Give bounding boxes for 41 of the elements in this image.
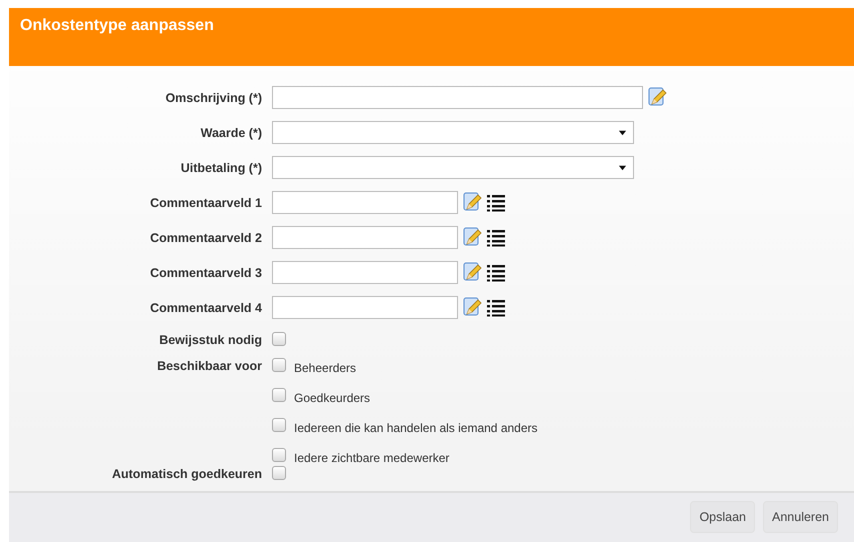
- list-icon[interactable]: [486, 227, 506, 248]
- checkbox[interactable]: [272, 466, 286, 480]
- field-label: Waarde (*): [200, 124, 263, 140]
- checkbox-label: Iedere zichtbare medewerker: [294, 450, 450, 465]
- checkbox[interactable]: [272, 448, 286, 462]
- checkbox-label: Beheerders: [294, 360, 356, 375]
- edit-icon[interactable]: [462, 227, 482, 248]
- checkbox[interactable]: [272, 388, 286, 402]
- list-icon[interactable]: [486, 192, 506, 212]
- field-label: Bewijsstuk nodig: [158, 332, 263, 347]
- dialog-button[interactable]: Opslaan: [690, 501, 755, 534]
- dialog-title: Onkostentype aanpassen: [20, 17, 214, 34]
- checkbox[interactable]: [272, 358, 286, 372]
- dropdown[interactable]: [272, 120, 634, 144]
- dropdown-arrow-icon: [618, 128, 627, 137]
- edit-icon[interactable]: [647, 87, 667, 108]
- checkbox[interactable]: [272, 332, 286, 346]
- edit-icon[interactable]: [462, 297, 482, 318]
- field-label: Commentaarveld 2: [149, 230, 263, 245]
- input-field[interactable]: [272, 226, 458, 249]
- field-label: Omschrijving (*): [164, 90, 263, 105]
- dialog-button[interactable]: Annuleren: [763, 501, 838, 534]
- checkbox-label: Iedereen die kan handelen als iemand anders: [294, 420, 538, 435]
- field-label: Commentaarveld 4: [149, 300, 263, 315]
- edit-icon[interactable]: [462, 262, 482, 282]
- list-icon[interactable]: [486, 262, 506, 282]
- field-label: Automatisch goedkeuren: [110, 466, 263, 481]
- field-label: Uitbetaling (*): [180, 160, 263, 175]
- dropdown-arrow-icon: [618, 162, 627, 172]
- field-label: Commentaarveld 1: [149, 194, 263, 210]
- field-label: Beschikbaar voor: [156, 358, 263, 373]
- dropdown[interactable]: [272, 156, 634, 179]
- checkbox[interactable]: [272, 418, 286, 432]
- edit-icon[interactable]: [462, 192, 482, 212]
- field-label: Commentaarveld 3: [149, 264, 263, 280]
- input-field[interactable]: [272, 296, 458, 319]
- checkbox-label: Goedkeurders: [294, 390, 370, 405]
- list-icon[interactable]: [486, 297, 506, 318]
- input-field[interactable]: [272, 190, 458, 214]
- input-field[interactable]: [272, 86, 643, 109]
- input-field[interactable]: [272, 260, 458, 284]
